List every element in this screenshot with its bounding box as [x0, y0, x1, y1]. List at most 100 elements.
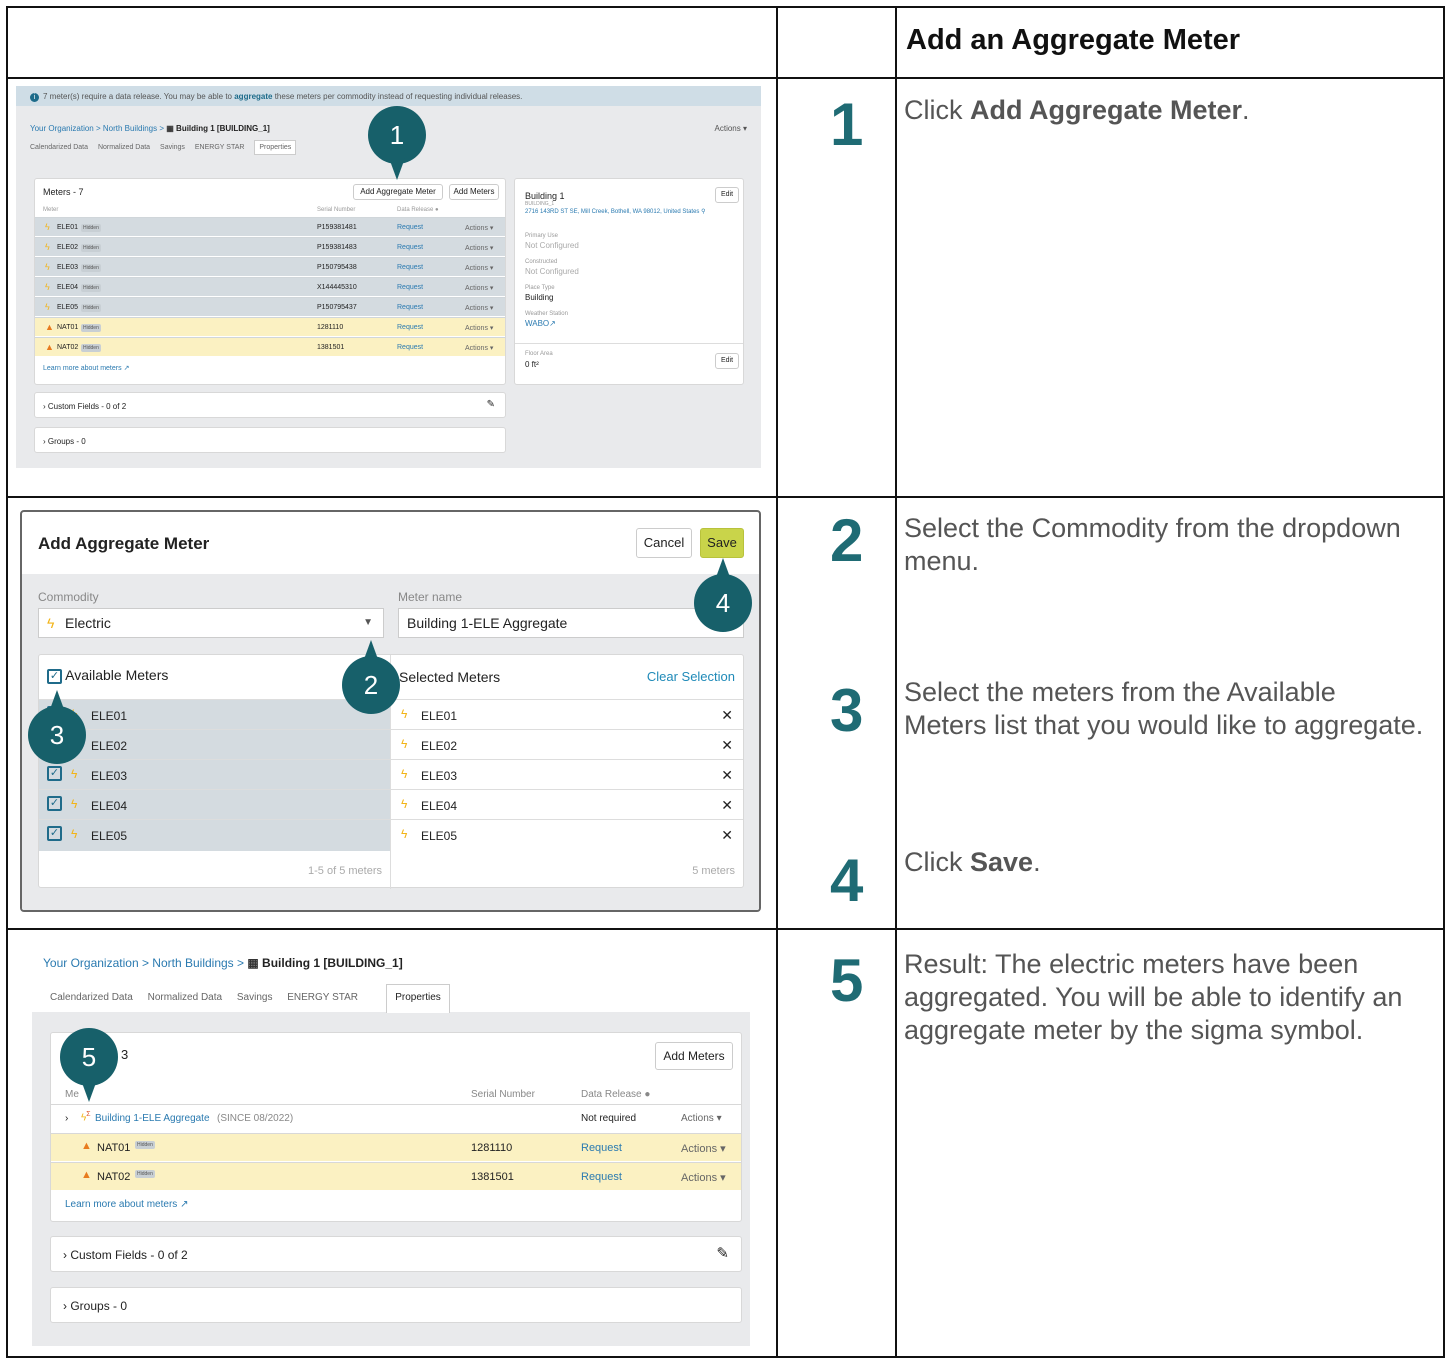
meter-row[interactable]: ▲ NAT02 Hidden 1381501 Request Actions ▾	[51, 1162, 741, 1190]
save-button[interactable]: Save	[700, 528, 744, 558]
edit-building-button[interactable]: Edit	[715, 187, 739, 203]
tab-savings[interactable]: Savings	[160, 144, 185, 151]
meter-row[interactable]: ▲ NAT01 Hidden 1281110 Request Actions ▾	[51, 1133, 741, 1161]
remove-icon[interactable]: ✕	[721, 707, 733, 724]
page-actions-menu[interactable]: Actions ▾	[715, 124, 747, 133]
learn-more-link[interactable]: Learn more about meters ↗	[43, 364, 129, 372]
add-meters-button[interactable]: Add Meters	[449, 184, 499, 200]
row-actions-menu[interactable]: Actions ▾	[465, 304, 493, 312]
remove-icon[interactable]: ✕	[721, 767, 733, 784]
meter-name: ELE02	[91, 739, 128, 753]
aggregate-meter-row[interactable]: › ϟΣ Building 1-ELE Aggregate (SINCE 08/…	[51, 1104, 741, 1133]
expand-chevron-icon[interactable]: ›	[65, 1113, 68, 1124]
meter-name[interactable]: NAT01	[57, 324, 78, 331]
add-meters-button[interactable]: Add Meters	[655, 1042, 733, 1070]
tab-calendarized[interactable]: Calendarized Data	[50, 992, 133, 1003]
available-meter-item[interactable]: ✓ϟELE01	[39, 699, 390, 729]
breadcrumb-links[interactable]: Your Organization > North Buildings >	[43, 956, 244, 970]
step-number: 3	[830, 677, 864, 744]
request-link[interactable]: Request	[397, 344, 423, 351]
tab-energy-star[interactable]: ENERGY STAR	[287, 992, 358, 1003]
meter-name: ELE01	[91, 709, 128, 723]
tab-energy-star[interactable]: ENERGY STAR	[195, 144, 245, 151]
breadcrumb-links[interactable]: Your Organization > North Buildings >	[30, 124, 164, 133]
commodity-select[interactable]: ϟ Electric ▼	[38, 608, 384, 638]
hidden-badge: Hidden	[81, 284, 101, 292]
meter-name: ELE02	[421, 739, 458, 753]
aggregate-meter-link[interactable]: Building 1-ELE Aggregate	[95, 1113, 210, 1124]
request-link[interactable]: Request	[397, 224, 423, 231]
available-meter-item[interactable]: ✓ ϟ ELE04	[39, 789, 390, 819]
request-link[interactable]: Request	[397, 304, 423, 311]
meter-row[interactable]: ▲ NAT02 Hidden 1381501 Request Actions ▾	[35, 337, 505, 356]
groups-panel[interactable]: › Groups - 0	[50, 1287, 742, 1323]
add-aggregate-meter-button[interactable]: Add Aggregate Meter	[353, 184, 443, 200]
tab-properties[interactable]: Properties	[254, 140, 297, 155]
row-actions-menu[interactable]: Actions ▾	[681, 1113, 722, 1124]
meter-name[interactable]: NAT02	[57, 344, 78, 351]
row-actions-menu[interactable]: Actions ▾	[465, 344, 493, 352]
meter-name[interactable]: NAT02	[97, 1171, 130, 1183]
meter-name[interactable]: ELE02	[57, 244, 78, 251]
row-actions-menu[interactable]: Actions ▾	[465, 244, 493, 252]
custom-fields-panel[interactable]: › Custom Fields - 0 of 2 ✎	[34, 392, 506, 418]
edit-floor-area-button[interactable]: Edit	[715, 353, 739, 369]
row-actions-menu[interactable]: Actions ▾	[681, 1142, 726, 1155]
col-serial: Serial Number	[317, 207, 356, 213]
custom-fields-panel[interactable]: › Custom Fields - 0 of 2 ✎	[50, 1236, 742, 1272]
remove-icon[interactable]: ✕	[721, 737, 733, 754]
meter-checkbox[interactable]: ✓	[47, 826, 62, 841]
meter-row[interactable]: ϟ ELE03 Hidden P150795438 Request Actions ▾	[35, 257, 505, 276]
available-meter-item[interactable]: ✓ ϟ ELE05	[39, 819, 390, 849]
tab-normalized[interactable]: Normalized Data	[148, 992, 222, 1003]
meter-name[interactable]: ELE01	[57, 224, 78, 231]
sigma-aggregate-icon: ϟΣ	[81, 1111, 91, 1124]
page-title: Building 1 [BUILDING_1]	[262, 956, 403, 970]
meter-checkbox[interactable]: ✓	[47, 766, 62, 781]
meter-name[interactable]: NAT01	[97, 1142, 130, 1154]
available-meter-item[interactable]: ✓ϟELE02	[39, 729, 390, 759]
cancel-button[interactable]: Cancel	[636, 528, 692, 558]
row-actions-menu[interactable]: Actions ▾	[465, 324, 493, 332]
tab-calendarized[interactable]: Calendarized Data	[30, 144, 88, 151]
meter-checkbox[interactable]: ✓	[47, 796, 62, 811]
pencil-icon[interactable]: ✎	[487, 399, 495, 410]
meter-row[interactable]: ϟ ELE01 Hidden P159381481 Request Actions ▾	[35, 217, 505, 236]
flame-icon: ▲	[45, 342, 54, 352]
learn-more-link[interactable]: Learn more about meters ↗	[65, 1199, 188, 1210]
request-link[interactable]: Request	[397, 264, 423, 271]
meter-row[interactable]: ϟ ELE05 Hidden P150795437 Request Actions ▾	[35, 297, 505, 316]
tab-normalized[interactable]: Normalized Data	[98, 144, 150, 151]
available-meters-panel: ✓ Available Meters ✓ϟELE01✓ϟELE02✓ϟELE03…	[39, 655, 391, 889]
request-link[interactable]: Request	[397, 324, 423, 331]
meter-name[interactable]: ELE03	[57, 264, 78, 271]
meter-row[interactable]: ϟ ELE04 Hidden X144445310 Request Actions ▾	[35, 277, 505, 296]
building-info-card: Building 1 BUILDING_1 2716 143RD ST SE, …	[514, 178, 744, 385]
aggregate-link[interactable]: aggregate	[234, 92, 272, 101]
request-link[interactable]: Request	[581, 1171, 622, 1183]
row-actions-menu[interactable]: Actions ▾	[465, 284, 493, 292]
select-all-checkbox[interactable]: ✓	[47, 668, 62, 684]
row-actions-menu[interactable]: Actions ▾	[465, 224, 493, 232]
meter-name[interactable]: ELE04	[57, 284, 78, 291]
row-actions-menu[interactable]: Actions ▾	[681, 1171, 726, 1184]
groups-panel[interactable]: › Groups - 0	[34, 427, 506, 453]
meter-name[interactable]: ELE05	[57, 304, 78, 311]
meter-name-input[interactable]: Building 1-ELE Aggregate	[398, 608, 744, 638]
request-link[interactable]: Request	[581, 1142, 622, 1154]
pencil-icon[interactable]: ✎	[716, 1244, 729, 1262]
remove-icon[interactable]: ✕	[721, 827, 733, 844]
row-actions-menu[interactable]: Actions ▾	[465, 264, 493, 272]
clear-selection-link[interactable]: Clear Selection	[647, 669, 735, 684]
available-meter-item[interactable]: ✓ ϟ ELE03	[39, 759, 390, 789]
meter-row[interactable]: ▲ NAT01 Hidden 1281110 Request Actions ▾	[35, 317, 505, 336]
tab-savings[interactable]: Savings	[237, 992, 273, 1003]
callout-pin: 3	[28, 690, 86, 764]
remove-icon[interactable]: ✕	[721, 797, 733, 814]
request-link[interactable]: Request	[397, 244, 423, 251]
meter-row[interactable]: ϟ ELE02 Hidden P159381483 Request Actions ▾	[35, 237, 505, 256]
building-address[interactable]: 2716 143RD ST SE, Mill Creek, Bothell, W…	[525, 208, 715, 215]
weather-station-link[interactable]: WABO↗	[525, 319, 556, 328]
tab-properties[interactable]: Properties	[386, 984, 450, 1013]
request-link[interactable]: Request	[397, 284, 423, 291]
